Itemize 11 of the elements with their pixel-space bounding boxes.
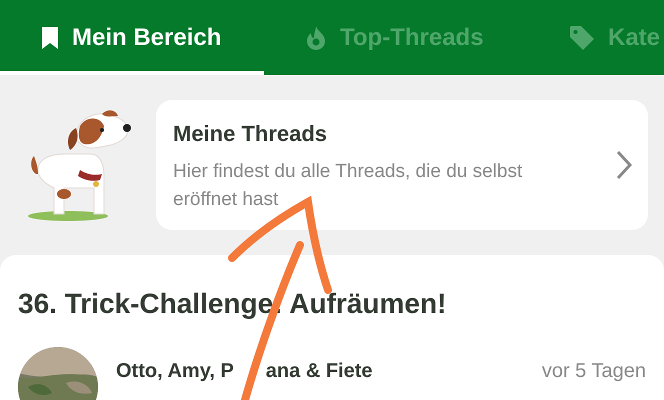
flame-icon — [304, 24, 328, 50]
card-title: Meine Threads — [173, 120, 328, 148]
chevron-right-icon — [616, 150, 632, 180]
bookmark-icon — [40, 26, 60, 50]
card-description: Hier findest du alle Threads, die du selbst eröffnet hast — [173, 160, 524, 212]
tab[interactable]: Mein Bereich — [0, 0, 264, 75]
thread-author: ana & Fiete — [266, 359, 372, 384]
tag-icon — [568, 24, 596, 52]
my-threads-card[interactable]: Meine Threads Hier findest du alle Threads, die du selbst eröffnet hast — [156, 100, 648, 230]
thread-time: vor 5 Tagen — [542, 359, 646, 384]
thread-author: Otto, Amy, P — [116, 359, 234, 384]
